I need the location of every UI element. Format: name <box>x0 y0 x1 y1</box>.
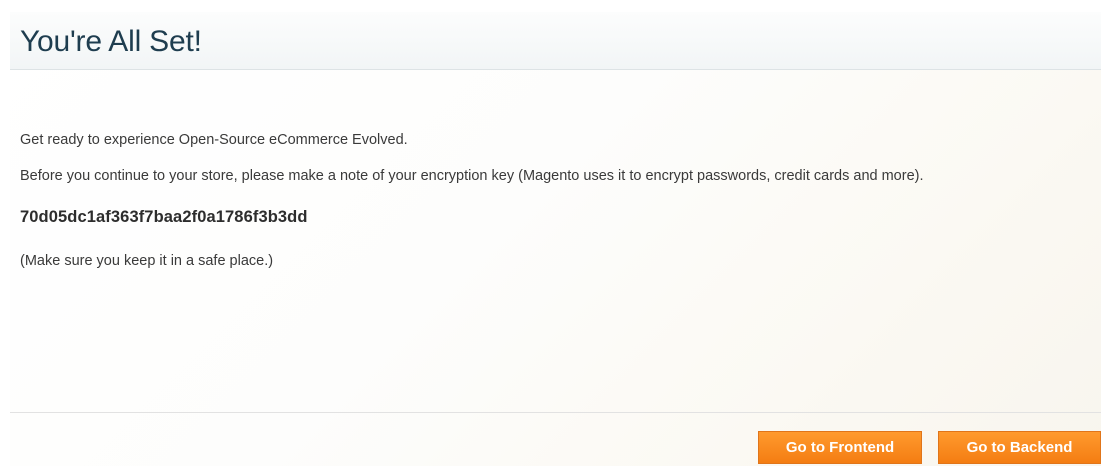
go-to-frontend-button[interactable]: Go to Frontend <box>758 431 922 464</box>
divider <box>10 412 1101 413</box>
intro-text: Get ready to experience Open-Source eCom… <box>20 132 408 148</box>
go-to-backend-button[interactable]: Go to Backend <box>938 431 1101 464</box>
title-bar: You're All Set! <box>10 12 1101 70</box>
encryption-note-text: Before you continue to your store, pleas… <box>20 168 924 184</box>
page: You're All Set! Get ready to experience … <box>0 0 1101 466</box>
safe-place-note: (Make sure you keep it in a safe place.) <box>20 253 274 269</box>
action-buttons: Go to Frontend Go to Backend <box>758 431 1101 464</box>
content-area: Get ready to experience Open-Source eCom… <box>10 70 1101 274</box>
page-title: You're All Set! <box>20 25 202 58</box>
setup-complete-panel: You're All Set! Get ready to experience … <box>10 12 1101 466</box>
encryption-key-value: 70d05dc1af363f7baa2f0a1786f3b3dd <box>20 208 308 226</box>
